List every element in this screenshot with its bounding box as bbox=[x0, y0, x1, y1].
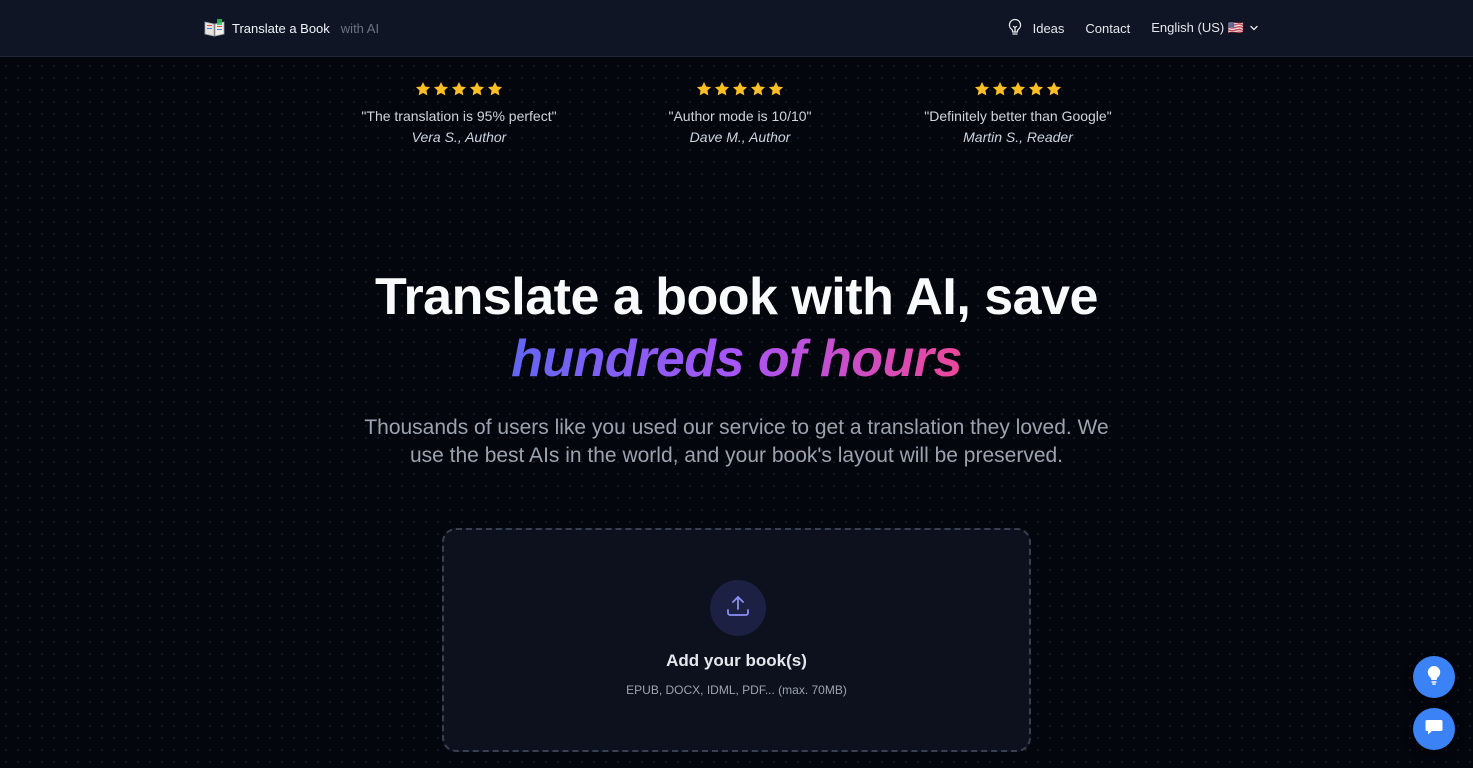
star-icon bbox=[1028, 81, 1044, 96]
open-book-icon bbox=[204, 19, 225, 37]
hero-subtitle: Thousands of users like you used our ser… bbox=[364, 416, 1109, 467]
hero-title-highlight: hundreds of hours bbox=[511, 330, 962, 388]
nav-ideas-link[interactable]: Ideas bbox=[1007, 18, 1065, 39]
star-icon bbox=[714, 81, 730, 96]
chat-icon bbox=[1424, 717, 1444, 742]
star-icon bbox=[750, 81, 766, 96]
star-icon bbox=[992, 81, 1008, 96]
star-icon bbox=[487, 81, 503, 96]
chevron-down-icon bbox=[1249, 21, 1259, 36]
brand-suffix: with AI bbox=[340, 20, 380, 36]
brand-link[interactable]: Translate a Book with AI bbox=[204, 18, 379, 38]
upload-icon-circle bbox=[710, 580, 766, 636]
star-rating bbox=[888, 81, 1148, 99]
chat-floating-button[interactable] bbox=[1413, 708, 1455, 750]
review-quote: "Definitely better than Google" bbox=[924, 108, 1112, 124]
star-icon bbox=[415, 81, 431, 96]
reviews-section: "The translation is 95% perfect" Vera S.… bbox=[0, 81, 1473, 151]
top-navbar: Translate a Book with AI Ideas Contact En… bbox=[0, 0, 1473, 57]
star-rating bbox=[329, 81, 589, 99]
review-author: Dave M., Author bbox=[689, 129, 791, 145]
upload-title: Add your book(s) bbox=[666, 651, 807, 670]
review-author: Martin S., Reader bbox=[963, 129, 1073, 145]
nav-links: Ideas Contact English (US) 🇺🇸 bbox=[1007, 18, 1259, 38]
lightbulb-icon bbox=[1007, 18, 1023, 39]
review-quote: "Author mode is 10/10" bbox=[668, 108, 812, 124]
language-selector[interactable]: English (US) 🇺🇸 bbox=[1151, 20, 1259, 36]
star-icon bbox=[433, 81, 449, 96]
language-label: English (US) 🇺🇸 bbox=[1151, 20, 1244, 35]
star-icon bbox=[469, 81, 485, 96]
book-upload-dropzone[interactable]: Add your book(s) EPUB, DOCX, IDML, PDF..… bbox=[442, 528, 1031, 752]
review-card: "The translation is 95% perfect" Vera S.… bbox=[329, 81, 589, 146]
star-icon bbox=[768, 81, 784, 96]
hero-title: Translate a book with AI, save hundreds … bbox=[0, 266, 1473, 390]
star-icon bbox=[1046, 81, 1062, 96]
brand-name: Translate a Book bbox=[232, 20, 330, 36]
star-icon bbox=[732, 81, 748, 96]
review-quote: "The translation is 95% perfect" bbox=[361, 108, 557, 124]
nav-contact-label: Contact bbox=[1085, 20, 1131, 36]
star-icon bbox=[974, 81, 990, 96]
hero-title-line1: Translate a book with AI, save bbox=[375, 268, 1098, 326]
lightbulb-icon bbox=[1425, 665, 1443, 690]
star-icon bbox=[696, 81, 712, 96]
star-rating bbox=[610, 81, 870, 99]
star-icon bbox=[1010, 81, 1026, 96]
nav-contact-link[interactable]: Contact bbox=[1085, 21, 1130, 36]
ideas-floating-button[interactable] bbox=[1413, 656, 1455, 698]
review-card: "Definitely better than Google" Martin S… bbox=[888, 81, 1148, 146]
review-card: "Author mode is 10/10" Dave M., Author bbox=[610, 81, 870, 146]
nav-ideas-label: Ideas bbox=[1032, 20, 1065, 36]
upload-icon bbox=[725, 593, 751, 624]
star-icon bbox=[451, 81, 467, 96]
upload-formats: EPUB, DOCX, IDML, PDF... (max. 70MB) bbox=[626, 683, 847, 697]
review-author: Vera S., Author bbox=[411, 129, 507, 145]
